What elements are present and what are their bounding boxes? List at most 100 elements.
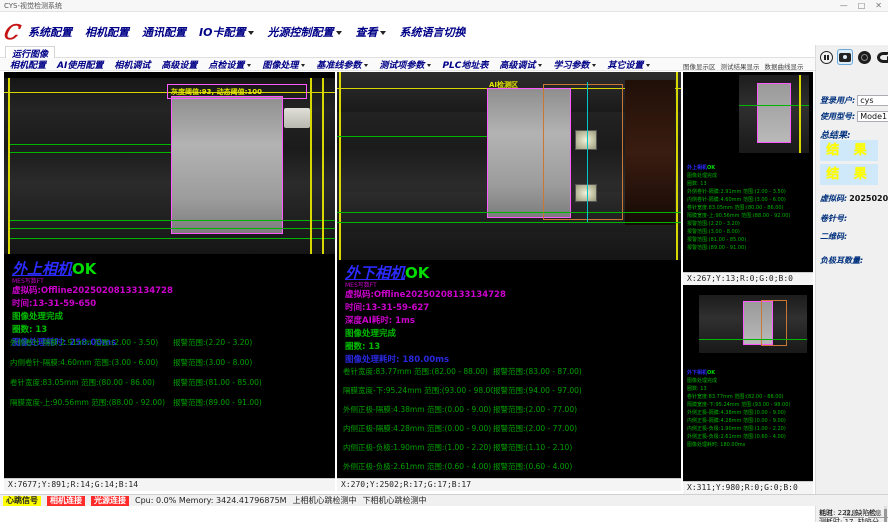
app-status-bar: 心跳信号 相机连接 光源连接 Cpu: 0.0% Memory: 3424.41… xyxy=(0,494,888,506)
tab-image-display[interactable]: 图像显示区 xyxy=(683,61,716,71)
measure-row: 卷针宽度:83.77mm 范围:(82.00 - 88.00)报警范围:(83.… xyxy=(343,362,678,381)
overlay-yellow-vline xyxy=(799,75,801,153)
exit-button[interactable] xyxy=(875,49,888,65)
dropdown-arrow-icon xyxy=(336,31,342,35)
light-connection-badge: 光源连接 xyxy=(91,496,129,506)
menu-view[interactable]: 查看 xyxy=(355,24,386,40)
overlay-cyan-vline xyxy=(587,82,588,222)
thumbnail-lower-camera[interactable]: 外下相机OK 图像处理完成 圈数: 13 卷针宽度:83.77mm 范围:(82… xyxy=(683,285,813,481)
lens-button[interactable] xyxy=(856,49,872,65)
left-status-ok: OK xyxy=(72,260,96,278)
measure-row: 内侧正极-负极:1.90mm 范围:(1.00 - 2.20)报警范围:(1.1… xyxy=(343,438,678,457)
pause-icon xyxy=(820,51,833,64)
left-camera-view[interactable]: 灰度阈值:93, 动态阈值:100 外上相机OK MES写数FT 虚拟码:Off… xyxy=(4,72,335,478)
tool-image-processing[interactable]: 图像处理 xyxy=(262,58,305,71)
menu-comm-config[interactable]: 通讯配置 xyxy=(142,24,186,40)
overlay-green-line xyxy=(337,136,487,137)
menu-light-config[interactable]: 光源控制配置 xyxy=(267,24,342,40)
app-logo-icon: 𝐶 xyxy=(3,20,23,44)
virtual-code-label: 虚拟码: xyxy=(820,193,847,204)
left-pixel-coords: X:7677;Y:891;R:14;G:14;B:14 xyxy=(4,478,335,491)
needle-row: 卷针号: xyxy=(820,213,847,224)
dropdown-arrow-icon xyxy=(248,31,254,35)
left-camera-title: 外上相机 xyxy=(12,260,72,278)
left-camera-image: 灰度阈值:93, 动态阈值:100 xyxy=(4,78,335,254)
login-user-field: 登录用户: cys xyxy=(820,95,888,106)
tool-other-settings[interactable]: 其它设置 xyxy=(607,58,650,71)
tool-plc-address-table[interactable]: PLC地址表 xyxy=(442,58,488,71)
tool-advanced-settings[interactable]: 高级设置 xyxy=(161,58,197,71)
right-control-panel: 登录用户: cys 使用型号: Mode11 总结果: 结 果 结 果 虚拟码:… xyxy=(815,45,888,522)
overlay-yellow-vline xyxy=(676,72,678,260)
login-user-input[interactable]: cys xyxy=(857,95,888,106)
pause-button[interactable] xyxy=(818,49,834,65)
overlay-green-line xyxy=(337,222,681,223)
tab-result-display[interactable]: 测试结果显示 xyxy=(721,61,760,71)
menu-camera-config[interactable]: 相机配置 xyxy=(85,24,129,40)
left-done: 图像处理完成 xyxy=(12,311,173,324)
app-window: CYS-视觉检测系统 — □ ✕ 𝐶 系统配置 相机配置 通讯配置 IO卡配置 … xyxy=(0,0,888,522)
tool-baseline-params[interactable]: 基准线参数 xyxy=(316,58,368,71)
control-buttons xyxy=(818,49,888,65)
result-indicator-lower: 结 果 xyxy=(820,164,878,185)
tool-spot-check[interactable]: 点检设置 xyxy=(208,58,251,71)
tool-camera-config[interactable]: 相机配置 xyxy=(10,58,46,71)
scrollbar-thumb[interactable] xyxy=(884,509,887,522)
login-user-label: 登录用户: xyxy=(820,95,855,106)
bright-feature xyxy=(575,130,597,150)
tab-curve-display[interactable]: 数据曲线显示 xyxy=(765,61,804,71)
cpu-memory-text: Cpu: 0.0% Memory: 3424.41796875M xyxy=(135,496,287,505)
result-indicator-upper: 结 果 xyxy=(820,140,878,161)
middle-camera-view[interactable]: AI检测区 外下相机OK MES写数FT 虚拟码:Offline20250208… xyxy=(337,72,681,478)
qr-label: 二维码: xyxy=(820,231,847,242)
lens-icon xyxy=(858,51,871,64)
menu-system-config[interactable]: 系统配置 xyxy=(28,24,72,40)
overlay-yellow-vline xyxy=(310,78,312,254)
middle-measurements: 卷针宽度:83.77mm 范围:(82.00 - 88.00)报警范围:(83.… xyxy=(343,362,678,476)
tool-camera-debug[interactable]: 相机调试 xyxy=(114,58,150,71)
thumb2-pixel-coords: X:311;Y:980;R:0;G:0;B:0 xyxy=(683,481,813,494)
virtual-code-value: 20250208 xyxy=(849,194,888,203)
dropdown-arrow-icon xyxy=(427,64,431,67)
overlay-green-line xyxy=(10,238,335,239)
lower-camera-heartbeat-text: 下相机心跳检测中 xyxy=(363,495,427,506)
overlay-yellow-vline xyxy=(339,72,341,260)
threshold-overlay-text: 灰度阈值:93, 动态阈值:100 xyxy=(171,87,262,97)
virtual-code-row: 虚拟码: 20250208 xyxy=(820,193,888,204)
middle-done: 图像处理完成 xyxy=(345,328,506,341)
tool-advanced-debug[interactable]: 高级调试 xyxy=(499,58,542,71)
close-icon[interactable]: ✕ xyxy=(875,0,882,12)
menu-io-config[interactable]: IO卡配置 xyxy=(199,24,254,40)
dropdown-arrow-icon xyxy=(247,64,251,67)
camera-capture-button[interactable] xyxy=(837,49,853,65)
window-controls: — □ ✕ xyxy=(840,0,886,12)
menu-language-switch[interactable]: 系统语言切换 xyxy=(399,24,465,40)
minimize-icon[interactable]: — xyxy=(840,0,848,12)
tool-learning-params[interactable]: 学习参数 xyxy=(553,58,596,71)
measure-row: 隔膜宽度-上:90.56mm 范围:(88.00 - 92.00)报警范围:(8… xyxy=(10,392,330,412)
overlay-green-line xyxy=(10,144,171,145)
display-area-tabs: 图像显示区 测试结果显示 数据曲线显示 xyxy=(683,60,813,72)
left-time: 时间:13-31-59-650 xyxy=(12,298,173,311)
middle-status-ok: OK xyxy=(405,264,429,282)
thumb1-pixel-coords: X:267;Y:13;R:0;G:0;B:0 xyxy=(683,272,813,285)
connector-part xyxy=(284,108,310,128)
middle-pixel-coords: X:270;Y:2502;R:17;G:17;B:17 xyxy=(337,478,681,491)
log-scrollbar[interactable] xyxy=(884,505,887,522)
thumb1-image xyxy=(739,75,809,153)
thumbnail-upper-camera[interactable]: 外上相机OK 图像处理完成 圈数: 13 外侧卷针-隔膜:2.91mm 范围:(… xyxy=(683,72,813,272)
middle-camera-image: AI检测区 xyxy=(337,72,681,260)
tool-test-params[interactable]: 测试项参数 xyxy=(379,58,431,71)
measure-row: 隔膜宽度-下:95.24mm 范围:(93.00 - 98.00)报警范围:(9… xyxy=(343,381,678,400)
tool-ai-usage-config[interactable]: AI使用配置 xyxy=(57,58,103,71)
measure-row: 外侧卷针-隔膜:2.91mm 范围:(2.00 - 3.50)报警范围:(2.2… xyxy=(10,332,330,352)
dropdown-arrow-icon xyxy=(646,64,650,67)
model-input[interactable]: Mode11 xyxy=(857,111,888,122)
thumb2-image xyxy=(699,295,807,353)
qr-row: 二维码: xyxy=(820,231,847,242)
middle-camera-title: 外下相机 xyxy=(345,264,405,282)
maximize-icon[interactable]: □ xyxy=(858,0,866,12)
middle-turns: 圈数: 13 xyxy=(345,341,506,354)
app-title: CYS-视觉检测系统 xyxy=(4,1,62,11)
measure-row: 卷针宽度:83.05mm 范围:(80.00 - 86.00)报警范围:(81.… xyxy=(10,372,330,392)
